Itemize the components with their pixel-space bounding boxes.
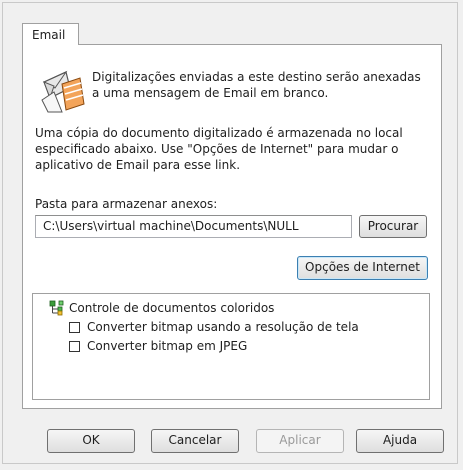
apply-button[interactable]: Aplicar: [256, 429, 344, 453]
color-tree-icon: [49, 300, 64, 316]
checkbox-screen-resolution-label[interactable]: Converter bitmap usando a resolução de t…: [87, 320, 359, 335]
browse-button[interactable]: Procurar: [359, 215, 427, 238]
cancel-button[interactable]: Cancelar: [151, 429, 239, 453]
intro-line-1: Digitalizações enviadas a este destino s…: [92, 70, 421, 84]
help-button[interactable]: Ajuda: [356, 429, 444, 453]
envelope-icon: [41, 70, 85, 113]
internet-options-button[interactable]: Opções de Internet: [297, 256, 428, 280]
ok-button[interactable]: OK: [47, 429, 135, 453]
folder-path-field[interactable]: C:\Users\virtual machine\Documents\NULL: [35, 215, 352, 238]
checkbox-jpeg-label[interactable]: Converter bitmap em JPEG: [87, 339, 247, 354]
checkbox-jpeg[interactable]: [69, 341, 80, 352]
folder-label: Pasta para armazenar anexos:: [35, 197, 218, 211]
intro-line-2: a uma mensagem de Email em branco.: [92, 86, 329, 100]
color-docs-title: Controle de documentos coloridos: [69, 301, 275, 315]
checkbox-screen-resolution[interactable]: [69, 322, 80, 333]
info-line-3: aplicativo de Email para esse link.: [35, 158, 241, 172]
info-line-2: especificado abaixo. Use "Opções de Inte…: [35, 142, 399, 156]
tab-email[interactable]: Email: [22, 23, 79, 45]
info-line-1: Uma cópia do documento digitalizado é ar…: [35, 126, 403, 140]
